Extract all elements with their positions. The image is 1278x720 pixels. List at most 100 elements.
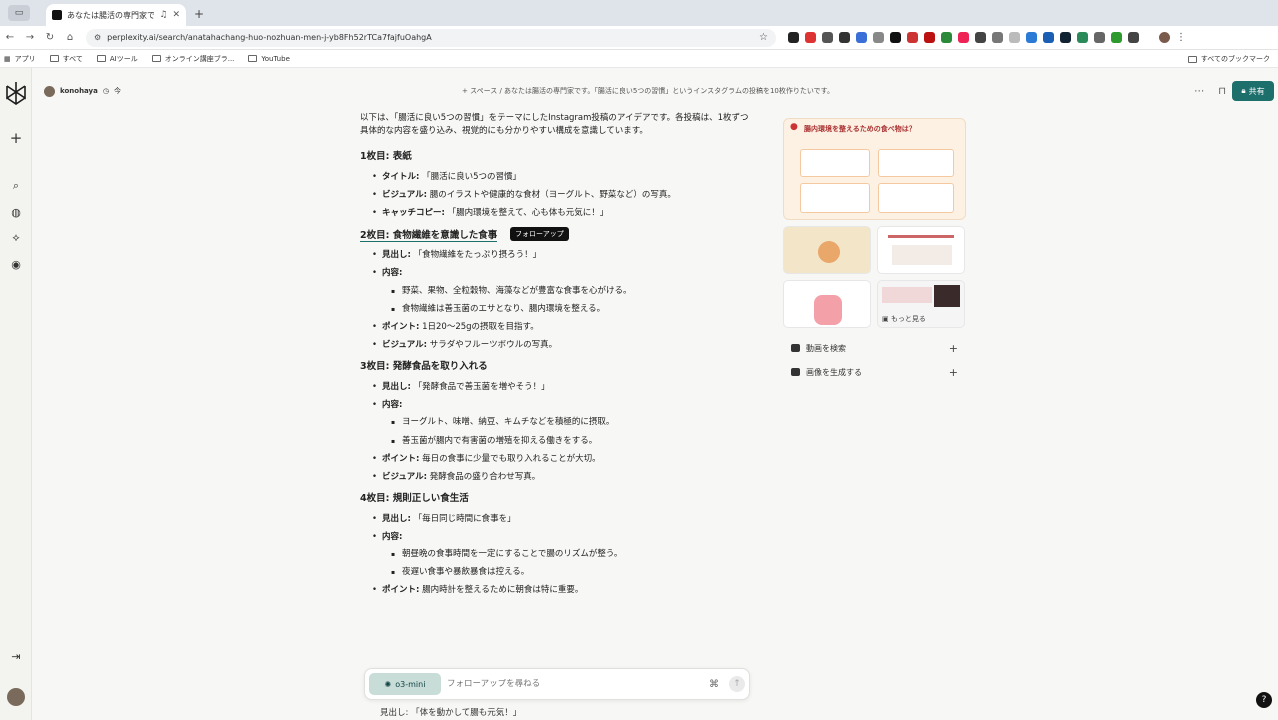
bookmark-youtube[interactable]: YouTube (248, 55, 290, 63)
list-item: ポイント: 毎日の食事に少量でも取り入れることが大切。 (372, 453, 756, 466)
add-icon[interactable]: + (949, 342, 958, 355)
new-thread-plus-icon[interactable]: + (8, 129, 24, 147)
extension-icon[interactable] (975, 32, 986, 43)
more-options-icon[interactable]: ⋯ (1194, 86, 1204, 97)
extension-icon[interactable] (924, 32, 935, 43)
sub-list-item: ヨーグルト、味噌、納豆、キムチなどを積極的に摂取。 (391, 416, 756, 429)
image-thumbnail[interactable] (877, 226, 965, 274)
list-item: 内容: 野菜、果物、全粒穀物、海藻などが豊富な食事を心がける。 食物繊維は善玉菌… (372, 267, 756, 316)
extension-icon[interactable] (1111, 32, 1122, 43)
infographic-card (878, 183, 954, 213)
bookmark-all[interactable]: すべて (49, 54, 83, 64)
extension-icon[interactable] (1094, 32, 1105, 43)
followup-tooltip: フォローアップ (510, 226, 569, 242)
address-toolbar: ← → ↻ ⌂ ⚙ perplexity.ai/search/anatahach… (0, 26, 1278, 50)
breadcrumb[interactable]: + スペース / あなたは腸活の専門家です。「腸活に良い5つの習慣」というインス… (462, 86, 834, 96)
infographic-card (800, 183, 870, 213)
image-thumbnail[interactable] (783, 280, 871, 328)
list-item: ポイント: 腸内時計を整えるために朝食は特に重要。 (372, 584, 756, 597)
tab-title: あなたは腸活の専門家です。 (67, 10, 155, 20)
folder-icon (49, 55, 59, 62)
audio-icon: ♫ (159, 10, 168, 20)
perplexity-logo-icon[interactable] (3, 80, 29, 106)
extension-icon[interactable] (1026, 32, 1037, 43)
profile-avatar-icon[interactable] (1159, 32, 1170, 43)
expand-sidebar-icon[interactable]: ⇥ (8, 648, 24, 664)
extension-icon[interactable] (873, 32, 884, 43)
list-item: ビジュアル: 発酵食品の盛り合わせ写真。 (372, 471, 756, 484)
thread-author: konohaya ◷ 今 (44, 85, 121, 97)
all-bookmarks[interactable]: すべてのブックマーク (1187, 54, 1270, 64)
home-icon[interactable]: ⌂ (60, 32, 80, 43)
bookmark-online-course[interactable]: オンライン講座ブラ... (151, 54, 234, 64)
list-item: ビジュアル: サラダやフルーツボウルの写真。 (372, 339, 756, 352)
bookmark-star-icon[interactable]: ☆ (759, 32, 768, 43)
folder-icon (1187, 55, 1197, 63)
submit-button[interactable]: ↑ (729, 676, 745, 692)
lightbulb-icon: ✺ (384, 679, 392, 689)
image-preview (934, 285, 960, 307)
list-item: 見出し: 「食物繊維をたっぷり摂ろう！」 (372, 249, 756, 262)
browser-tab[interactable]: あなたは腸活の専門家です。 ♫ ✕ (46, 4, 186, 26)
sub-list-item: 食物繊維は善玉菌のエサとなり、腸内環境を整える。 (391, 303, 756, 316)
extension-icon[interactable] (1060, 32, 1071, 43)
extension-icon[interactable] (992, 32, 1003, 43)
extension-icon[interactable] (1043, 32, 1054, 43)
extension-icon[interactable] (822, 32, 833, 43)
folder-icon (151, 55, 161, 62)
close-tab-icon[interactable]: ✕ (172, 10, 180, 20)
list-item: 内容: 朝昼晩の食事時間を一定にすることで腸のリズムが整う。 夜遅い食事や暴飲暴… (372, 531, 756, 580)
slide-section-1: 1枚目: 表紙 タイトル: 「腸活に良い5つの習慣」 ビジュアル: 腸のイラスト… (360, 150, 756, 220)
user-avatar[interactable] (7, 688, 25, 706)
bookmark-icon[interactable]: ⊓ (1218, 86, 1226, 97)
generate-image-row[interactable]: 画像を生成する + (783, 362, 966, 382)
image-gen-icon (791, 368, 800, 376)
url-bar[interactable]: ⚙ perplexity.ai/search/anatahachang-huo-… (86, 28, 776, 47)
slide-section-4: 4枚目: 規則正しい食生活 見出し: 「毎日同じ時間に食事を」 内容: 朝昼晩の… (360, 492, 756, 598)
image-thumbnail[interactable] (783, 226, 871, 274)
forward-icon[interactable]: → (20, 32, 40, 43)
attach-icon[interactable]: ⌘ (709, 679, 719, 690)
bookmark-ai-tools[interactable]: AIツール (96, 54, 138, 64)
extension-icon[interactable] (907, 32, 918, 43)
extensions-puzzle-icon[interactable] (1128, 32, 1139, 43)
image-thumbnails: ▣ もっと見る (783, 226, 966, 328)
library-icon[interactable]: ◉ (8, 256, 24, 272)
site-info-icon[interactable]: ⚙ (94, 33, 101, 42)
extensions-bar: ⋮ (788, 32, 1186, 43)
bookmark-apps[interactable]: ▦ アプリ (4, 54, 36, 64)
extension-icon[interactable] (1009, 32, 1020, 43)
search-videos-row[interactable]: 動画を検索 + (783, 338, 966, 358)
globe-icon[interactable]: ◍ (8, 204, 24, 220)
new-tab-button[interactable]: + (194, 7, 204, 21)
more-images-button[interactable]: ▣ もっと見る (877, 280, 965, 328)
extension-icon[interactable] (839, 32, 850, 43)
section-heading-text[interactable]: 2枚目: 食物繊維を意識した食事 (360, 229, 498, 242)
infographic-card (800, 149, 870, 177)
extension-icon[interactable] (1077, 32, 1088, 43)
spaces-icon[interactable]: ⟡ (8, 230, 24, 246)
tab-switcher-icon[interactable]: ▭ (8, 5, 30, 21)
back-icon[interactable]: ← (0, 32, 20, 43)
reload-icon[interactable]: ↻ (40, 32, 60, 43)
share-button[interactable]: 🔒︎ 共有 (1232, 81, 1274, 101)
search-icon[interactable]: ⌕ (8, 178, 24, 194)
extension-icon[interactable] (788, 32, 799, 43)
image-result-main[interactable]: ● 腸内環境を整えるための食べ物は？ (783, 118, 966, 220)
extension-icon[interactable] (958, 32, 969, 43)
list-item: 内容: ヨーグルト、味噌、納豆、キムチなどを積極的に摂取。 善玉菌が腸内で有害菌… (372, 399, 756, 448)
x-icon[interactable] (890, 32, 901, 43)
help-icon[interactable]: ? (1256, 692, 1272, 708)
model-selector[interactable]: ✺ o3-mini (369, 673, 441, 695)
extension-icon[interactable] (856, 32, 867, 43)
left-sidebar: + ⌕ ◍ ⟡ ◉ ⇥ (0, 68, 32, 720)
extension-icon[interactable] (805, 32, 816, 43)
lock-icon: 🔒︎ (1241, 86, 1246, 95)
add-icon[interactable]: + (949, 366, 958, 379)
section-heading: 3枚目: 発酵食品を取り入れる (360, 361, 488, 373)
extension-icon[interactable] (941, 32, 952, 43)
followup-input[interactable] (447, 679, 709, 689)
thread-header: konohaya ◷ 今 + スペース / あなたは腸活の専門家です。「腸活に良… (44, 80, 1278, 102)
sub-list-item: 夜遅い食事や暴飲暴食は控える。 (391, 566, 756, 579)
browser-menu-icon[interactable]: ⋮ (1176, 32, 1186, 43)
